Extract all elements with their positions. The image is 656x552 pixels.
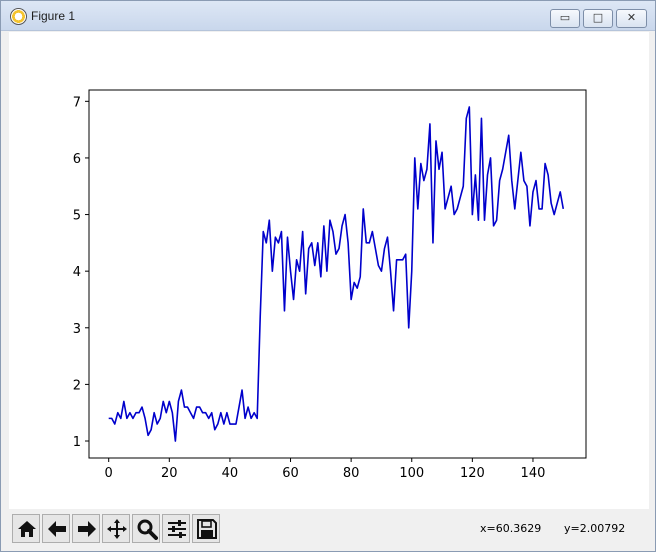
x-tick-label: 60	[282, 466, 299, 481]
back-button[interactable]	[42, 514, 70, 543]
y-tick-label: 3	[73, 322, 81, 337]
pan-icon	[107, 519, 127, 539]
zoom-icon	[137, 519, 158, 540]
home-button[interactable]	[12, 514, 40, 543]
maximize-button[interactable]: □	[583, 9, 613, 28]
zoom-button[interactable]	[132, 514, 160, 543]
x-tick-label: 120	[460, 466, 485, 481]
forward-button[interactable]	[72, 514, 100, 543]
home-icon	[18, 521, 36, 537]
navigation-toolbar: x=60.3629 y=2.00792	[9, 510, 649, 546]
y-tick-label: 2	[73, 378, 81, 393]
x-tick-label: 100	[399, 466, 424, 481]
window-title: Figure 1	[31, 9, 76, 23]
close-button[interactable]: ✕	[616, 9, 647, 28]
configure-subplots-icon	[168, 520, 186, 538]
forward-icon	[78, 521, 96, 537]
y-tick-label: 1	[73, 435, 81, 450]
cursor-x-readout: x=60.3629	[480, 522, 542, 535]
x-tick-label: 40	[222, 466, 239, 481]
plot-svg: 0 20 40 60 80 100 120 140 1 2 3 4 5 6 7	[73, 89, 587, 481]
x-tick-label: 80	[343, 466, 360, 481]
title-bar[interactable]: Figure 1 ▭ □ ✕	[1, 1, 655, 31]
pan-button[interactable]	[102, 514, 130, 543]
x-tick-label: 20	[161, 466, 178, 481]
minimize-button[interactable]: ▭	[550, 9, 580, 28]
series-line-0	[108, 106, 565, 442]
save-button[interactable]	[192, 514, 220, 543]
x-tick-label: 0	[105, 466, 113, 481]
y-tick-label: 5	[73, 209, 81, 224]
y-tick-label: 7	[73, 95, 81, 110]
cursor-y-readout: y=2.00792	[564, 522, 626, 535]
figure-canvas[interactable]: 0 20 40 60 80 100 120 140 1 2 3 4 5 6 7	[9, 32, 649, 509]
configure-subplots-button[interactable]	[162, 514, 190, 543]
matplotlib-logo-icon	[10, 8, 27, 25]
y-tick-label: 4	[73, 265, 81, 280]
save-icon	[197, 519, 217, 539]
x-tick-label: 140	[521, 466, 546, 481]
figure-window: Figure 1 ▭ □ ✕ 0 20 40 60 80 100 120 140 1 2 3 4 5 6 7	[0, 0, 656, 552]
y-tick-label: 6	[73, 152, 81, 167]
back-icon	[48, 521, 66, 537]
